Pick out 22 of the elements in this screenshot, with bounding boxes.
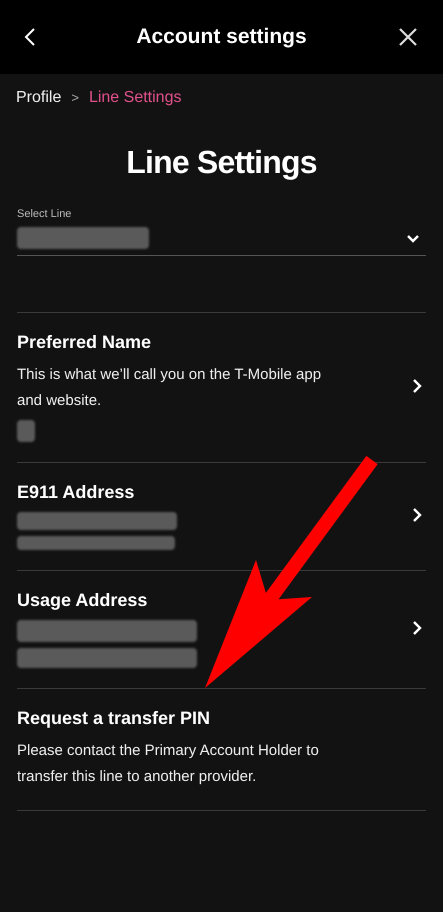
- header-title: Account settings: [136, 24, 307, 50]
- breadcrumb-separator: >: [71, 89, 79, 108]
- breadcrumb-link[interactable]: Profile: [16, 86, 62, 110]
- redacted-block: [17, 420, 35, 442]
- chevron-right-icon[interactable]: [412, 506, 422, 522]
- row-description: Please contact the Primary Account Holder to transfer this line to another provider.: [17, 741, 320, 787]
- settings-row[interactable]: Usage Address: [17, 571, 426, 689]
- settings-row[interactable]: Preferred Name This is what we’ll call you on the T-Mobile app and website.: [17, 313, 426, 463]
- row-description: This is what we’ll call you on the T-Mobile app and website.: [17, 365, 322, 411]
- settings-row[interactable]: E911 Address: [17, 463, 426, 571]
- row-title: Preferred Name: [17, 331, 152, 354]
- chevron-down-icon: [406, 234, 420, 243]
- line-select[interactable]: Select Line: [17, 202, 426, 256]
- close-button[interactable]: [398, 27, 419, 47]
- chevron-right-icon[interactable]: [412, 378, 422, 394]
- chevron-right-icon[interactable]: [412, 620, 422, 636]
- row-title: Request a transfer PIN: [17, 707, 212, 730]
- row-title: Usage Address: [17, 589, 148, 612]
- breadcrumb-link[interactable]: Line Settings: [88, 86, 182, 110]
- page-heading: Line Settings: [125, 143, 318, 182]
- settings-row[interactable]: Request a transfer PIN Please contact the Primary Account Holder to transfer this line to another provider.: [17, 689, 426, 811]
- row-title: E911 Address: [17, 481, 136, 504]
